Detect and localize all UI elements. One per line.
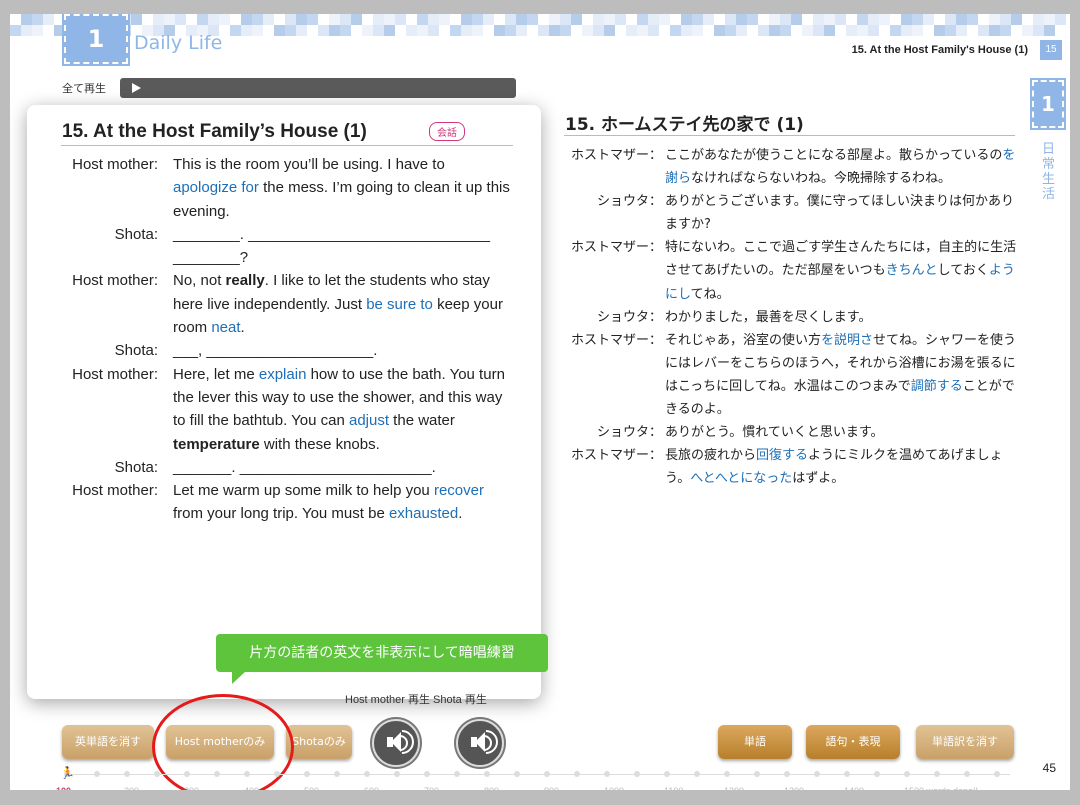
ruler-dot (304, 771, 310, 777)
list-item: ホストマザー： それじゃあ，浴室の使い方を説明させてね。シャワーを使うにはレバーを… (570, 332, 1017, 418)
ruler-tick-label: 1400 (844, 786, 864, 790)
ruler-dot (904, 771, 910, 777)
tooltip: 片方の話者の英文を非表示にして暗唱練習 (216, 634, 548, 684)
divider (564, 135, 1015, 136)
ruler-dot (244, 771, 250, 777)
ruler-dot (364, 771, 370, 777)
ruler-dot (334, 771, 340, 777)
progress-ruler (64, 774, 1010, 775)
divider (61, 145, 513, 146)
ruler-tick-label: 1200 (724, 786, 744, 790)
ruler-dot (724, 771, 730, 777)
ruler-dot (544, 771, 550, 777)
ruler-tick-label: 200 (124, 786, 139, 790)
english-dialogue-card: 15. At the Host Family’s House (1) 会話 Ho… (27, 105, 541, 699)
ruler-dot (574, 771, 580, 777)
section-title-header: 15. At the Host Family's House (1) (851, 44, 1028, 56)
ruler-dot (994, 771, 1000, 777)
ruler-tick-label: 1100 (664, 786, 683, 790)
textbook-page: 1 Daily Life 15. At the Host Family's Ho… (10, 14, 1070, 790)
progress-value: 100 (56, 786, 71, 790)
ruler-tick-label: 600 (364, 786, 379, 790)
list-item: Shota: ___, ____________________. (114, 342, 378, 360)
ruler-dot (784, 771, 790, 777)
chapter-number-box: 1 (62, 14, 130, 66)
ruler-dot (844, 771, 850, 777)
hide-translation-button[interactable]: 単語訳を消す (916, 725, 1014, 759)
shota-only-button[interactable]: Shotaのみ (286, 725, 352, 759)
ruler-dot (874, 771, 880, 777)
hide-english-button[interactable]: 英単語を消す (62, 725, 154, 759)
ruler-dot (214, 771, 220, 777)
list-item: ホストマザー： 長旅の疲れから回復するようにミルクを温めてあげましょう。へとへとに… (570, 448, 1003, 487)
ruler-dot (94, 771, 100, 777)
ruler-dot (754, 771, 760, 777)
shota-play-button[interactable] (456, 719, 504, 767)
chapter-title: Daily Life (134, 32, 223, 54)
vocab-button[interactable]: 単語 (718, 725, 792, 759)
ruler-dot (124, 771, 130, 777)
ruler-tick-label: 400 (244, 786, 259, 790)
playback-label: Host mother 再生 Shota 再生 (345, 694, 487, 706)
ruler-dot (274, 771, 280, 777)
ruler-tick-label: 900 (544, 786, 559, 790)
ruler-dot (154, 771, 160, 777)
highlight-circle (152, 694, 294, 790)
ruler-tick-label: 1000 (604, 786, 624, 790)
ruler-dot (694, 771, 700, 777)
list-item: Shota: _______. _______________________. (114, 458, 436, 476)
ruler-dot (424, 771, 430, 777)
list-item: Shota: ________. ________________________… (114, 225, 490, 267)
ruler-dot (184, 771, 190, 777)
ruler-dot (484, 771, 490, 777)
host-mother-play-button[interactable] (372, 719, 420, 767)
runner-icon: 🏃 (60, 766, 75, 780)
page-number: 45 (1042, 761, 1056, 775)
play-icon (132, 83, 141, 93)
list-item: Host mother: This is the room you’ll be u… (72, 156, 510, 220)
ruler-dot (814, 771, 820, 777)
ruler-dot (634, 771, 640, 777)
list-item: ショウタ： わかりました，最善を尽くします。 (596, 309, 872, 325)
play-all-label: 全て再生 (62, 82, 106, 95)
phrases-button[interactable]: 語句・表現 (806, 725, 900, 759)
page-badge: 15 (1040, 40, 1062, 60)
ruler-tick-label: 700 (424, 786, 439, 790)
ruler-tick-label: 800 (484, 786, 499, 790)
play-all-button[interactable] (120, 78, 516, 98)
ruler-dot (454, 771, 460, 777)
english-dialogue: Host mother: This is the room you’ll be u… (27, 153, 541, 526)
english-title: 15. At the Host Family’s House (1) (62, 121, 367, 142)
list-item: ホストマザー： 特にないわ。ここで過ごす学生さんたちには，自主的に生活させてあげた… (570, 240, 1017, 302)
conversation-badge: 会話 (429, 122, 465, 141)
list-item: Host mother: Here, let me explain how to … (72, 365, 505, 453)
ruler-tick-label: 1300 (784, 786, 804, 790)
side-chapter-tab[interactable]: 1 (1030, 78, 1066, 130)
list-item: ホストマザー： ここがあなたが使うことになる部屋よ。散らかっているのを謝らなければ… (570, 148, 1016, 187)
japanese-dialogue: ホストマザー： ここがあなたが使うことになる部屋よ。散らかっているのを謝らなければ… (562, 144, 1022, 490)
ruler-dot (514, 771, 520, 777)
side-chapter-label: 日常生活 (1042, 142, 1056, 202)
ruler-dot (964, 771, 970, 777)
ruler-tick-label: 1500 words done!! (904, 786, 978, 790)
list-item: ショウタ： ありがとうございます。僕に守ってほしい決まりは何かありますか? (596, 194, 1015, 233)
ruler-dot (664, 771, 670, 777)
ruler-dot (934, 771, 940, 777)
ruler-tick-label: 300 (184, 786, 199, 790)
ruler-tick-label: 500 (304, 786, 319, 790)
ruler-dot (604, 771, 610, 777)
ruler-dot (394, 771, 400, 777)
list-item: ショウタ： ありがとう。慣れていくと思います。 (596, 425, 884, 441)
list-item: Host mother: No, not really. I like to le… (72, 272, 503, 337)
list-item: Host mother: Let me warm up some milk to … (72, 482, 484, 523)
japanese-title: 15. ホームステイ先の家で (1) (565, 115, 804, 135)
